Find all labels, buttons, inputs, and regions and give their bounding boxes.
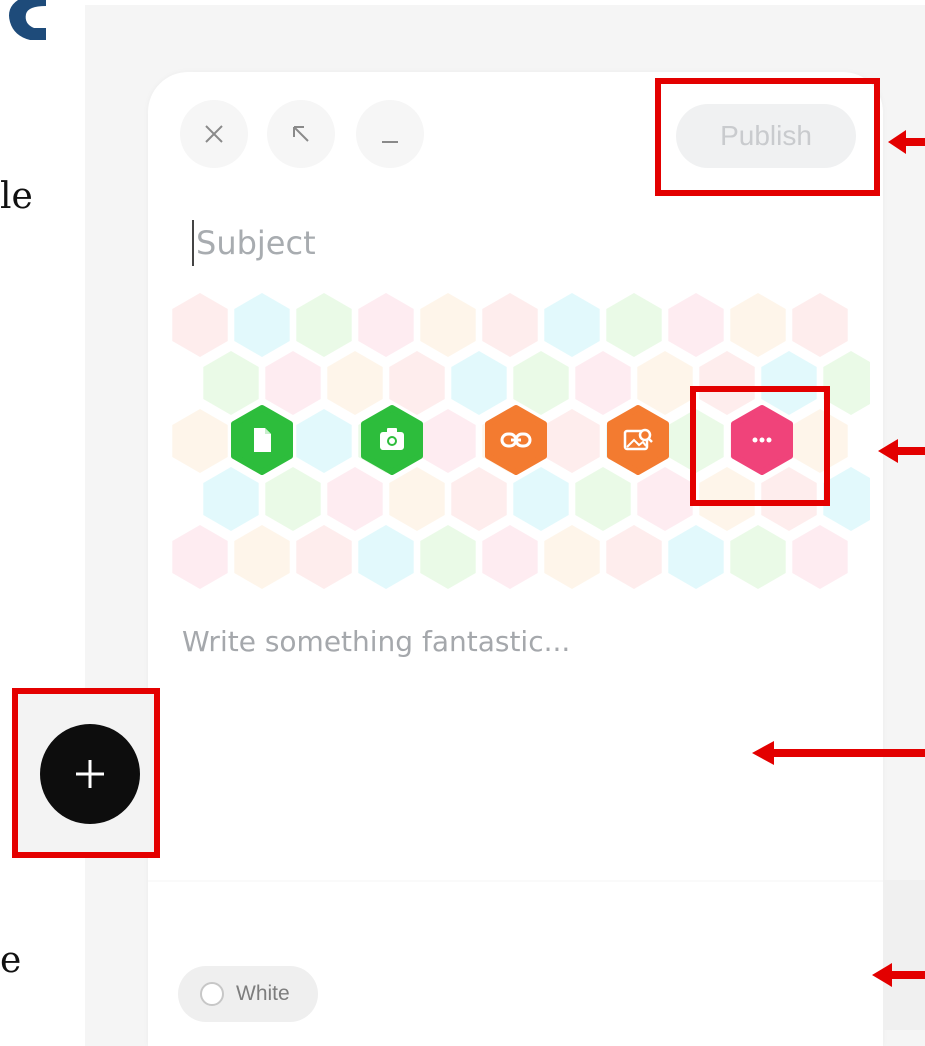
expand-icon	[293, 126, 309, 142]
logo-fragment-icon	[9, 0, 46, 40]
image-search-button[interactable]	[607, 405, 669, 475]
camera-button[interactable]	[361, 405, 423, 475]
close-icon	[205, 125, 223, 143]
document-icon	[254, 428, 271, 452]
color-option-label: White	[236, 982, 290, 1005]
attach-document-button[interactable]	[231, 405, 293, 475]
close-button[interactable]	[180, 100, 248, 168]
minimize-button[interactable]	[356, 100, 424, 168]
highlight-box-fab	[12, 688, 160, 858]
arrow-body-icon	[752, 741, 925, 765]
highlight-box-publish	[655, 78, 880, 196]
highlight-box-more	[690, 386, 830, 506]
link-button[interactable]	[485, 405, 547, 475]
radio-icon	[200, 982, 224, 1006]
minimize-icon	[382, 141, 398, 143]
side-strip	[883, 880, 925, 1030]
expand-button[interactable]	[267, 100, 335, 168]
arrow-color-icon	[872, 963, 925, 987]
divider	[148, 880, 883, 882]
cropped-text-top: le	[0, 176, 33, 217]
subject-input[interactable]	[192, 220, 798, 266]
cropped-text-bottom: e	[0, 940, 22, 981]
arrow-publish-icon	[888, 130, 925, 154]
arrow-more-icon	[878, 439, 925, 463]
body-placeholder: Write something fantastic...	[182, 625, 571, 658]
background-color-option[interactable]: White	[178, 966, 318, 1022]
